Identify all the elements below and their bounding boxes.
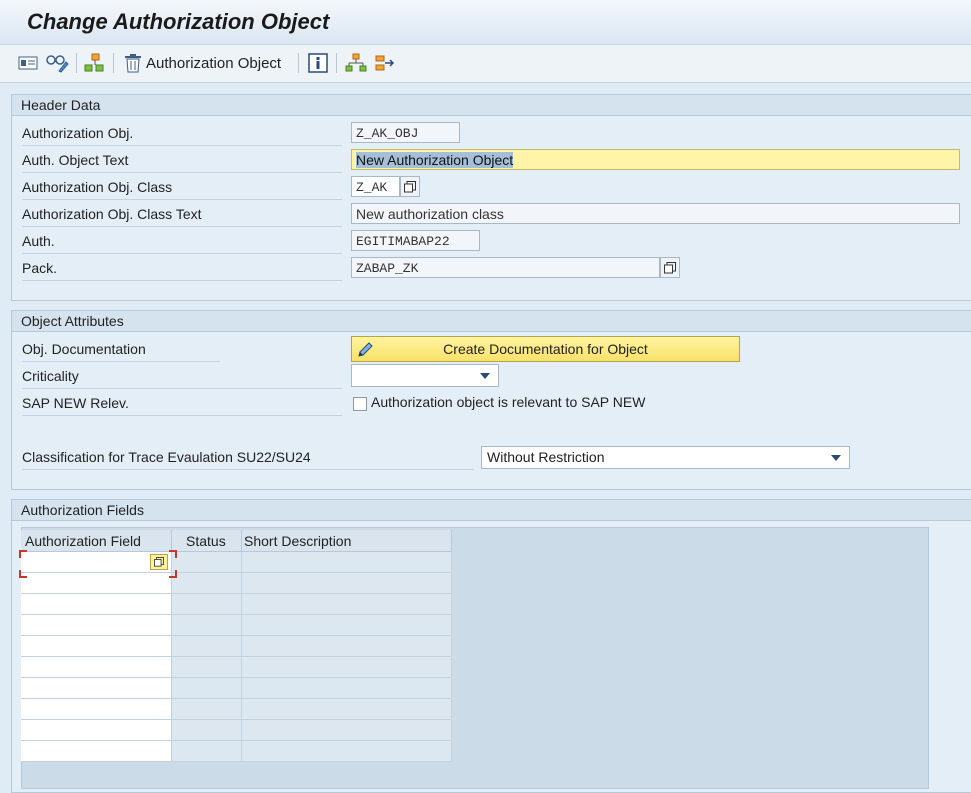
delete-object-label: Authorization Object [146, 54, 282, 72]
auth-text-label: Auth. Object Text [22, 148, 342, 173]
doc-label: Obj. Documentation [22, 337, 220, 362]
description-cell [242, 699, 452, 720]
sap-new-label: SAP NEW Relev. [22, 391, 342, 416]
auth-obj-label: Authorization Obj. [22, 121, 342, 146]
auth-label: Auth. [22, 229, 342, 254]
field-cell[interactable] [21, 657, 172, 678]
focus-corner [19, 570, 27, 578]
column-header-short-description[interactable]: Short Description [242, 530, 452, 552]
value-help-icon [404, 180, 416, 192]
class-text-field[interactable]: New authorization class [351, 203, 960, 224]
status-cell [172, 594, 242, 615]
column-header-status[interactable]: Status [172, 530, 242, 552]
toolbar-separator [298, 53, 299, 73]
title-bar: Change Authorization Object [0, 0, 971, 45]
chevron-down-icon [831, 455, 841, 461]
field-cell[interactable] [21, 678, 172, 699]
field-cell[interactable] [21, 699, 172, 720]
object-attributes-title: Object Attributes [12, 311, 971, 332]
delete-object-button[interactable]: Authorization Object [123, 52, 281, 74]
criticality-dropdown[interactable] [351, 364, 499, 387]
status-cell [172, 573, 242, 594]
chevron-down-icon [480, 373, 490, 379]
status-cell [172, 741, 242, 762]
auth-field[interactable]: EGITIMABAP22 [351, 230, 480, 251]
column-header-authorization-field[interactable]: Authorization Field [21, 530, 172, 552]
navigate-icon[interactable] [374, 52, 396, 74]
pack-label: Pack. [22, 256, 342, 281]
trace-classification-value: Without Restriction [487, 449, 605, 465]
class-value-help-button[interactable] [400, 176, 420, 197]
create-documentation-button[interactable]: Create Documentation for Object [351, 336, 740, 362]
toolbar-separator [76, 53, 77, 73]
status-cell [172, 720, 242, 741]
status-cell [172, 699, 242, 720]
authorization-fields-title: Authorization Fields [12, 500, 971, 521]
header-data-title: Header Data [12, 95, 971, 116]
field-cell[interactable] [21, 594, 172, 615]
description-cell [242, 741, 452, 762]
auth-text-value: New Authorization Object [356, 152, 514, 168]
hierarchy-icon[interactable] [345, 52, 367, 74]
status-cell [172, 657, 242, 678]
trace-classification-dropdown[interactable]: Without Restriction [481, 446, 850, 469]
class-label: Authorization Obj. Class [22, 175, 342, 200]
trace-label: Classification for Trace Evaulation SU22… [22, 445, 474, 470]
status-cell [172, 678, 242, 699]
value-help-icon [154, 557, 164, 567]
field-cell[interactable] [21, 741, 172, 762]
pencil-icon [357, 340, 375, 365]
value-help-icon [664, 261, 676, 273]
description-cell [242, 552, 452, 573]
description-cell [242, 615, 452, 636]
description-cell [242, 678, 452, 699]
auth-obj-field[interactable]: Z_AK_OBJ [351, 122, 460, 143]
glasses-icon[interactable] [45, 52, 69, 74]
field-cell[interactable] [21, 615, 172, 636]
sap-new-checkbox[interactable] [353, 397, 367, 411]
toolbar-separator [336, 53, 337, 73]
pack-field[interactable]: ZABAP_ZK [351, 257, 660, 278]
create-documentation-label: Create Documentation for Object [443, 341, 648, 357]
description-cell [242, 594, 452, 615]
field-cell[interactable] [21, 720, 172, 741]
display-change-icon[interactable] [18, 52, 38, 74]
criticality-label: Criticality [22, 364, 342, 389]
description-cell [242, 573, 452, 594]
focus-corner [169, 570, 177, 578]
status-cell [172, 552, 242, 573]
field-cell[interactable] [21, 636, 172, 657]
toolbar-separator [113, 53, 114, 73]
description-cell [242, 636, 452, 657]
class-text-label: Authorization Obj. Class Text [22, 202, 342, 227]
description-cell [242, 657, 452, 678]
trash-icon [123, 53, 143, 73]
class-field[interactable]: Z_AK [351, 176, 400, 197]
status-cell [172, 615, 242, 636]
application-toolbar: Authorization Object [0, 45, 971, 83]
info-icon[interactable] [308, 52, 328, 74]
pack-value-help-button[interactable] [660, 257, 680, 278]
status-cell [172, 636, 242, 657]
where-used-icon[interactable] [83, 52, 105, 74]
auth-text-field[interactable]: New Authorization Object [351, 149, 960, 170]
page-title: Change Authorization Object [27, 9, 330, 34]
field-cell[interactable] [21, 573, 172, 594]
sap-new-checkbox-label: Authorization object is relevant to SAP … [371, 394, 646, 410]
cell-value-help-button[interactable] [150, 554, 168, 570]
focus-corner [169, 550, 177, 558]
description-cell [242, 720, 452, 741]
focus-corner [19, 550, 27, 558]
